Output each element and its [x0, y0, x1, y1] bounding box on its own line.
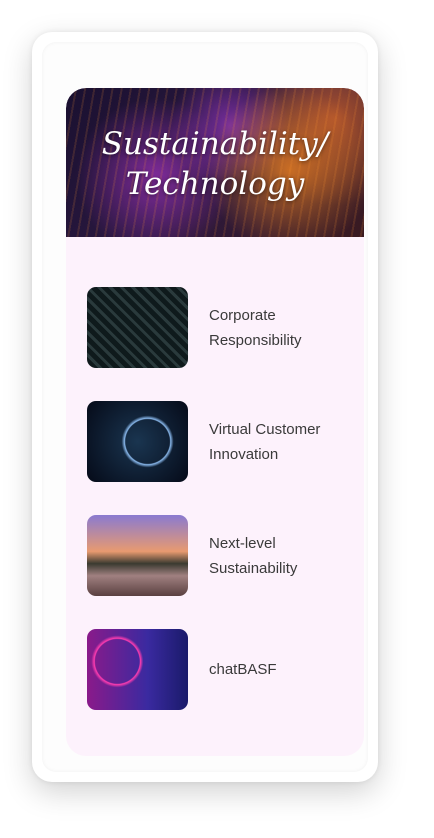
- content-panel: Sustainability/Technology Corporate Respo…: [66, 88, 364, 756]
- neon-robot-image: [87, 629, 188, 710]
- item-label: Corporate Responsibility: [209, 306, 302, 349]
- harvester-field-image: [87, 515, 188, 596]
- space-ring-image: [87, 401, 188, 482]
- item-label: Next-level Sustainability: [209, 534, 298, 577]
- item-label: Virtual Customer Innovation: [209, 420, 321, 463]
- list-item-chatbasf[interactable]: chatBASF: [87, 629, 347, 710]
- header-banner: Sustainability/Technology: [66, 88, 364, 237]
- item-label: chatBASF: [209, 661, 277, 678]
- list-item-next-level-sustainability[interactable]: Next-level Sustainability: [87, 515, 347, 596]
- list-item-corporate-responsibility[interactable]: Corporate Responsibility: [87, 287, 347, 368]
- page-title: Sustainability/Technology: [101, 126, 329, 202]
- phone-frame: Sustainability/Technology Corporate Respo…: [32, 32, 378, 782]
- circuit-roads-image: [87, 287, 188, 368]
- list-item-virtual-customer-innovation[interactable]: Virtual Customer Innovation: [87, 401, 347, 482]
- screen: Sustainability/Technology Corporate Respo…: [42, 42, 368, 772]
